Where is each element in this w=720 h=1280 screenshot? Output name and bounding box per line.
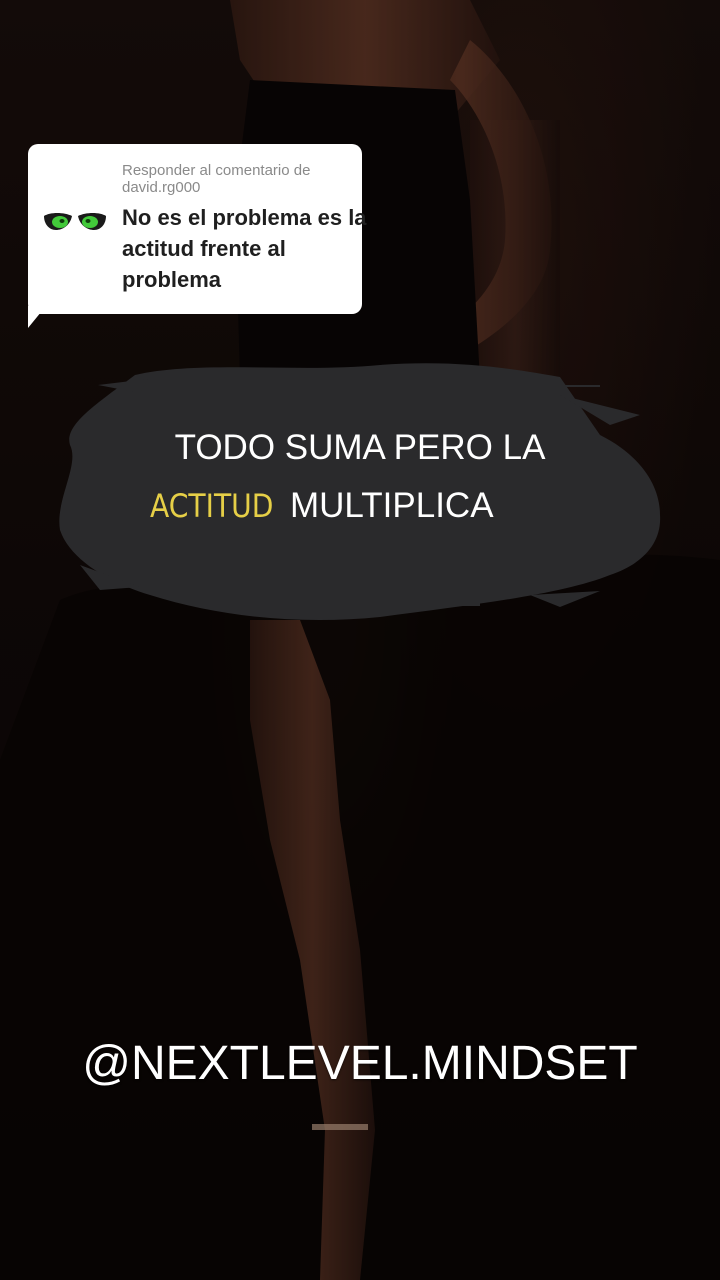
quote-line-2-rest: MULTIPLICA [290, 486, 494, 525]
account-handle: @NEXTLEVEL.MINDSET [82, 1037, 638, 1090]
quote-line-1: TODO SUMA PERO LA [174, 428, 546, 467]
eyes-icon [44, 213, 106, 230]
reply-comment-text: No es el problema es la actitud frente a… [122, 205, 367, 292]
reply-card-tail [28, 306, 46, 328]
quote-highlight-word: ACTITUD [150, 487, 274, 525]
reply-header: Responder al comentario de david.rg000 [122, 162, 311, 196]
reply-comment-card[interactable]: Responder al comentario de david.rg000 N… [28, 144, 367, 314]
quote-line-2: ACTITUD MULTIPLICA [150, 486, 570, 526]
video-frame[interactable]: Responder al comentario de david.rg000 N… [0, 0, 720, 1280]
